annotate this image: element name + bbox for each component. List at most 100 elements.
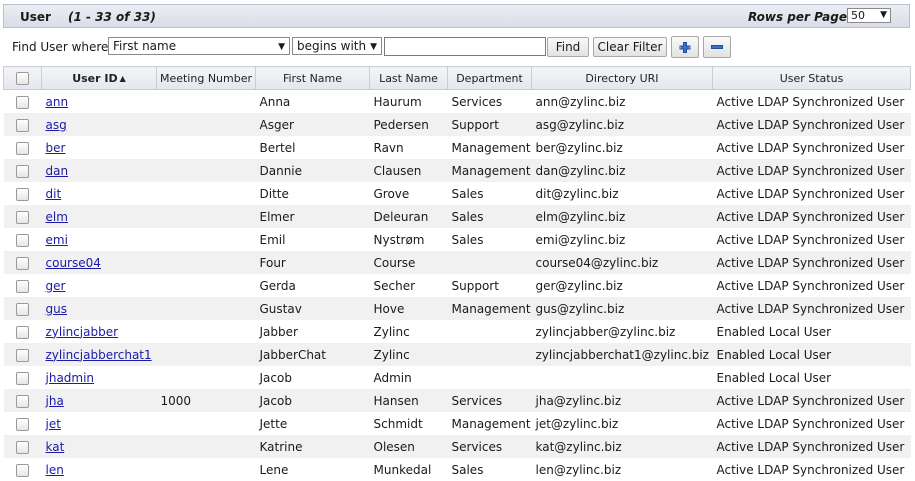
user-id-link[interactable]: dan xyxy=(46,164,69,178)
first-name-cell: Ditte xyxy=(255,182,370,205)
user-id-link[interactable]: elm xyxy=(46,210,68,224)
user-id-cell: ann xyxy=(41,89,157,113)
first-name-cell: Katrine xyxy=(255,435,370,458)
row-checkbox[interactable] xyxy=(16,440,29,454)
user-status-cell: Active LDAP Synchronized User xyxy=(712,412,911,435)
rows-per-page-select[interactable]: 50 ▼ xyxy=(847,8,891,23)
user-id-link[interactable]: jha xyxy=(46,394,64,408)
row-checkbox-cell xyxy=(3,136,42,159)
row-checkbox[interactable] xyxy=(16,371,29,385)
directory-uri-cell: gus@zylinc.biz xyxy=(531,297,713,320)
directory-uri-cell: emi@zylinc.biz xyxy=(531,228,713,251)
column-header-last-name[interactable]: Last Name xyxy=(369,66,448,90)
user-id-link[interactable]: course04 xyxy=(46,256,101,270)
row-checkbox-cell xyxy=(3,228,42,251)
row-checkbox[interactable] xyxy=(16,95,29,109)
column-header-user-id[interactable]: User ID ▲ xyxy=(41,66,157,90)
sort-ascending-icon: ▲ xyxy=(119,73,126,83)
user-id-link[interactable]: ger xyxy=(46,279,66,293)
table-row: jha 1000 Jacob Hansen Services jha@zylinc.biz… xyxy=(3,389,911,412)
directory-uri-cell: zylincjabber@zylinc.biz xyxy=(531,320,713,343)
user-id-link[interactable]: ber xyxy=(46,141,66,155)
directory-uri-cell: ber@zylinc.biz xyxy=(531,136,713,159)
user-list-panel: User (1 - 33 of 33) Rows per Page 50 ▼ F… xyxy=(0,0,913,481)
column-header-user-status[interactable]: User Status xyxy=(712,66,911,90)
find-label: Find User where xyxy=(12,40,109,54)
user-id-link[interactable]: asg xyxy=(46,118,67,132)
rows-per-page-value: 50 xyxy=(851,9,865,22)
add-filter-button[interactable] xyxy=(671,36,699,58)
last-name-cell: Grove xyxy=(369,182,448,205)
remove-filter-button[interactable] xyxy=(703,36,731,58)
user-id-link[interactable]: len xyxy=(46,463,64,477)
row-checkbox[interactable] xyxy=(16,118,29,132)
last-name-cell: Munkedal xyxy=(369,458,448,481)
user-id-cell: jet xyxy=(41,412,157,435)
user-id-link[interactable]: jet xyxy=(46,417,61,431)
user-id-link[interactable]: zylincjabber xyxy=(46,325,119,339)
row-checkbox[interactable] xyxy=(16,164,29,178)
row-checkbox-cell xyxy=(3,159,42,182)
table-row: jet Jette Schmidt Management jet@zylinc.biz A… xyxy=(3,412,911,435)
meeting-number-cell xyxy=(156,458,256,481)
first-name-cell: Jette xyxy=(255,412,370,435)
first-name-cell: Jabber xyxy=(255,320,370,343)
row-checkbox-cell xyxy=(3,89,42,113)
plus-icon xyxy=(679,42,691,53)
row-checkbox-cell xyxy=(3,205,42,228)
row-checkbox[interactable] xyxy=(16,348,29,362)
meeting-number-cell xyxy=(156,182,256,205)
row-checkbox-cell xyxy=(3,113,42,136)
directory-uri-cell: len@zylinc.biz xyxy=(531,458,713,481)
last-name-cell: Zylinc xyxy=(369,343,448,366)
user-id-link[interactable]: jhadmin xyxy=(46,371,95,385)
user-status-cell: Enabled Local User xyxy=(712,320,911,343)
table-header-row: User ID ▲ Meeting Number First Name Last … xyxy=(3,66,911,90)
table-row: ber Bertel Ravn Management ber@zylinc.biz Act… xyxy=(3,136,911,159)
row-checkbox[interactable] xyxy=(16,279,29,293)
row-checkbox[interactable] xyxy=(16,302,29,316)
row-checkbox[interactable] xyxy=(16,210,29,224)
table-row: dit Ditte Grove Sales dit@zylinc.biz Active L… xyxy=(3,182,911,205)
table-row: ann Anna Haurum Services ann@zylinc.biz Activ… xyxy=(3,89,911,113)
user-id-link[interactable]: ann xyxy=(46,95,69,109)
chevron-down-icon: ▼ xyxy=(370,42,377,52)
find-button[interactable]: Find xyxy=(547,37,589,57)
row-checkbox[interactable] xyxy=(16,187,29,201)
row-checkbox-cell xyxy=(3,182,42,205)
user-id-link[interactable]: gus xyxy=(46,302,67,316)
last-name-cell: Haurum xyxy=(369,89,448,113)
row-checkbox[interactable] xyxy=(16,417,29,431)
user-id-link[interactable]: dit xyxy=(46,187,62,201)
user-status-cell: Active LDAP Synchronized User xyxy=(712,113,911,136)
row-checkbox[interactable] xyxy=(16,141,29,155)
column-header-meeting-number[interactable]: Meeting Number xyxy=(156,66,256,90)
row-checkbox[interactable] xyxy=(16,233,29,247)
first-name-cell: Elmer xyxy=(255,205,370,228)
column-header-directory-uri[interactable]: Directory URI xyxy=(531,66,713,90)
column-header-department[interactable]: Department xyxy=(447,66,532,90)
department-cell: Sales xyxy=(447,458,532,481)
table-row: emi Emil Nystrøm Sales emi@zylinc.biz Active … xyxy=(3,228,911,251)
user-id-link[interactable]: zylincjabberchat1 xyxy=(46,348,152,362)
row-checkbox[interactable] xyxy=(16,325,29,339)
table-row: ger Gerda Secher Support ger@zylinc.biz Activ… xyxy=(3,274,911,297)
user-id-cell: jha xyxy=(41,389,157,412)
user-id-cell: course04 xyxy=(41,251,157,274)
filter-field-select[interactable]: First name ▼ xyxy=(108,37,290,55)
table-row: gus Gustav Hove Management gus@zylinc.biz Act… xyxy=(3,297,911,320)
table-row: zylincjabber Jabber Zylinc zylincjabber@zyl… xyxy=(3,320,911,343)
clear-filter-button[interactable]: Clear Filter xyxy=(593,37,667,57)
user-id-link[interactable]: emi xyxy=(46,233,68,247)
filter-value-input[interactable] xyxy=(384,37,546,56)
chevron-down-icon: ▼ xyxy=(880,10,887,20)
row-checkbox[interactable] xyxy=(16,256,29,270)
row-checkbox-cell xyxy=(3,366,42,389)
first-name-cell: Dannie xyxy=(255,159,370,182)
filter-operator-select[interactable]: begins with ▼ xyxy=(292,37,382,55)
meeting-number-cell xyxy=(156,205,256,228)
select-all-checkbox[interactable] xyxy=(16,71,29,85)
user-id-link[interactable]: kat xyxy=(46,440,65,454)
row-checkbox[interactable] xyxy=(16,394,29,408)
column-header-first-name[interactable]: First Name xyxy=(255,66,370,90)
